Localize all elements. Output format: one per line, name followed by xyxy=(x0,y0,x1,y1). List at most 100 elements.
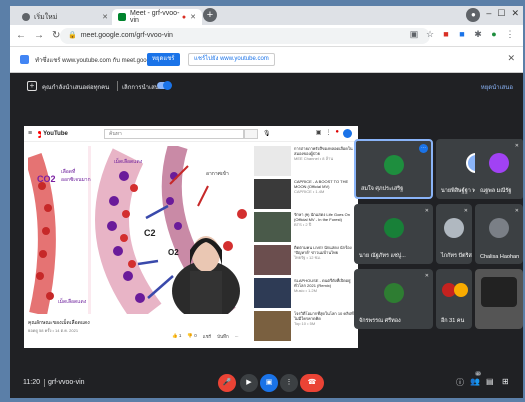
stop-sharing-button[interactable]: หยุดแชร์ xyxy=(147,53,180,66)
like-button[interactable]: 👍 1 xyxy=(172,333,181,340)
participant-tile[interactable]: ✕ นาย ณัฐภัทร แซ่ปู... xyxy=(354,204,433,264)
avatar[interactable] xyxy=(343,129,352,138)
extension-icons: ▣ ☆ ■ ■ ✱ ● ⋮ xyxy=(409,29,515,39)
tab-new[interactable]: เริ่มใหม่ ✕ xyxy=(16,9,114,25)
chat-icon[interactable]: ▤ xyxy=(486,377,494,386)
sharing-infobar: ทำซึ่งแชร์ www.youtube.com กับ meet.goog… xyxy=(10,47,523,73)
participant-tile[interactable]: อีก 31 คน xyxy=(436,269,472,329)
create-icon[interactable]: ▣ xyxy=(316,129,322,138)
share-button[interactable]: แชร์ xyxy=(203,333,211,340)
list-item[interactable]: SLAPHOUSE - ดนตรีดังที่เปิดอยู่ทั่วโลก 2… xyxy=(254,278,354,312)
related-videos: การถ่ายภาพรังสีของหลอดเลือดในสมองของผู้ป… xyxy=(254,146,354,346)
apps-icon[interactable]: ⋮ xyxy=(325,129,331,138)
participant-tile[interactable]: ✕ Chalisa Haohan xyxy=(475,204,523,264)
hamburger-icon[interactable]: ≡ xyxy=(28,130,32,137)
participant-name: สมใจ ศุภประเสริฐ xyxy=(361,186,404,192)
lock-icon: 🔒 xyxy=(68,32,77,39)
puzzle-icon[interactable]: ✱ xyxy=(473,29,483,39)
related-title: SLAPHOUSE - ดนตรีดังที่เปิดอยู่ทั่วโลก 2… xyxy=(294,278,351,288)
forward-icon[interactable]: → xyxy=(34,30,44,41)
co2-label: CO2 xyxy=(37,174,56,184)
list-item[interactable]: CAPRICE - A BOOST TO THE MOON (Official … xyxy=(254,179,354,213)
participant-name: นาย ณัฐภัทร แซ่ปู... xyxy=(359,253,406,259)
present-toggle[interactable] xyxy=(157,80,172,90)
list-item[interactable]: รักษา (ft) นักแสดง Life Goes On (Officia… xyxy=(254,212,354,246)
share-icon xyxy=(20,55,29,64)
video-player[interactable]: CO2 เลือดที่ ออกซิเจนมาก เม็ดเลือดแดง เม… xyxy=(28,146,250,314)
o2-label: O2 xyxy=(168,248,179,257)
related-channel: BTS • 2 ปี xyxy=(294,222,312,227)
back-icon[interactable]: ← xyxy=(16,30,26,41)
tab-label: เริ่มใหม่ xyxy=(34,13,58,21)
more-options-icon[interactable]: ⋯ xyxy=(419,144,428,153)
camera-icon[interactable]: ▣ xyxy=(409,29,419,39)
diagram-note: ออกซิเจนมาก xyxy=(61,177,91,183)
close-window-icon[interactable]: ✕ xyxy=(511,8,519,22)
divider xyxy=(44,379,45,387)
mic-off-icon: ✕ xyxy=(424,273,429,279)
profile-icon[interactable]: ● xyxy=(466,8,481,22)
save-button[interactable]: บันทึก xyxy=(217,333,229,340)
account-icon[interactable]: ● xyxy=(489,29,499,39)
more-options-button[interactable]: ⋮ xyxy=(280,374,298,392)
participant-name: อีก 31 คน xyxy=(441,318,465,324)
presentation-screen: ≡ ▶ YouTube ค้นหา 🎙 ▣ ⋮ ● CO2 เลือดที่ อ… xyxy=(24,126,358,348)
diagram-note: เลือดที่ xyxy=(61,169,76,175)
tab-bar: เริ่มใหม่ ✕ Meet - grf-vvoo-vin ● ✕ + ● … xyxy=(10,6,523,25)
list-item[interactable]: การถ่ายภาพรังสีของหลอดเลือดในสมองของผู้ป… xyxy=(254,146,354,180)
related-title: CAPRICE - A BOOST TO THE MOON (Official … xyxy=(294,179,349,189)
related-channel: Top 10 • 5M xyxy=(294,321,316,326)
search-button[interactable] xyxy=(244,129,258,139)
video-thumbnail xyxy=(254,146,291,176)
mic-off-icon: ✕ xyxy=(424,208,429,214)
add-icon[interactable]: + xyxy=(27,81,37,91)
menu-icon[interactable]: ⋮ xyxy=(505,29,515,39)
activities-icon[interactable]: ⊞ xyxy=(502,377,509,386)
related-title: โจรวิดีโอมากที่สุดในโลก 10 คลิปที่ไม่มีใ… xyxy=(294,311,354,321)
self-view-tile[interactable] xyxy=(475,269,523,329)
avatar xyxy=(383,155,404,175)
extension-blue-icon[interactable]: ■ xyxy=(457,29,467,39)
close-icon[interactable]: ✕ xyxy=(190,13,196,21)
close-icon[interactable]: ✕ xyxy=(102,13,108,21)
related-title: การถ่ายภาพรังสีของหลอดเลือดในสมองของผู้ป… xyxy=(294,146,353,156)
maximize-icon[interactable]: ☐ xyxy=(497,8,505,22)
more-button[interactable]: ... xyxy=(235,333,239,340)
camera-button[interactable]: ▶ xyxy=(240,374,258,392)
list-item[interactable]: ติดตามคน LIVE! นักแสดง นักร้อง "ปัญหาย์"… xyxy=(254,245,354,279)
star-icon[interactable]: ☆ xyxy=(425,29,435,39)
mic-off-button[interactable]: 🎤 xyxy=(218,374,236,392)
participant-tile[interactable]: ✕ จักรพรรณ ศรีทอง xyxy=(354,269,433,329)
youtube-header: ≡ ▶ YouTube ค้นหา 🎙 ▣ ⋮ ● xyxy=(24,126,358,142)
play-icon: ▶ xyxy=(38,130,42,138)
youtube-logo[interactable]: ▶ YouTube xyxy=(38,129,68,139)
stop-presenting-link[interactable]: หยุดนำเสนอ xyxy=(481,82,513,92)
minimize-icon[interactable]: – xyxy=(486,8,491,22)
related-channel: ไทยรัฐ • 12 ชม. xyxy=(294,255,321,260)
notification-icon[interactable]: ● xyxy=(335,129,339,138)
new-tab-button[interactable]: + xyxy=(203,8,217,22)
end-call-button[interactable]: ☎ xyxy=(300,374,324,392)
share-tab-button[interactable]: แชร์ไปยัง www.youtube.com xyxy=(188,53,275,66)
browser-window: เริ่มใหม่ ✕ Meet - grf-vvoo-vin ● ✕ + ● … xyxy=(10,6,523,398)
video-thumbnail xyxy=(254,179,291,209)
participant-tile[interactable]: ✕ ณฐพล มณีรัฐ xyxy=(475,139,523,199)
present-button[interactable]: ▣ xyxy=(260,374,278,392)
avatar xyxy=(444,218,464,238)
info-icon[interactable]: ⓘ xyxy=(456,377,464,388)
dislike-button[interactable]: 👎 0 xyxy=(187,333,196,340)
participant-tile[interactable]: ⋯ สมใจ ศุภประเสริฐ xyxy=(354,139,433,199)
youtube-search-input[interactable]: ค้นหา xyxy=(104,129,244,139)
video-meta: ยอดดู 58 ครั้ง • 14 ต.ค. 2021 xyxy=(28,328,79,333)
participant-name: ไกกัทร ปัตริสต์ xyxy=(441,253,472,259)
people-button[interactable]: 👥 40 xyxy=(470,371,482,386)
mic-icon[interactable]: 🎙 xyxy=(263,130,271,137)
extension-red-icon[interactable]: ■ xyxy=(441,29,451,39)
close-icon[interactable]: ✕ xyxy=(507,53,515,64)
video-actions: 👍 1 👎 0 แชร์ บันทึก ... xyxy=(172,333,238,340)
list-item[interactable]: โจรวิดีโอมากที่สุดในโลก 10 คลิปที่ไม่มีใ… xyxy=(254,311,354,345)
url-field[interactable]: 🔒 meet.google.com/grf-vvoo-vin xyxy=(60,28,430,44)
related-channel: Music • 1.2M xyxy=(294,288,317,293)
participant-tile[interactable]: ✕ ไกกัทร ปัตริสต์ xyxy=(436,204,472,264)
tab-meet[interactable]: Meet - grf-vvoo-vin ● ✕ xyxy=(112,9,202,25)
